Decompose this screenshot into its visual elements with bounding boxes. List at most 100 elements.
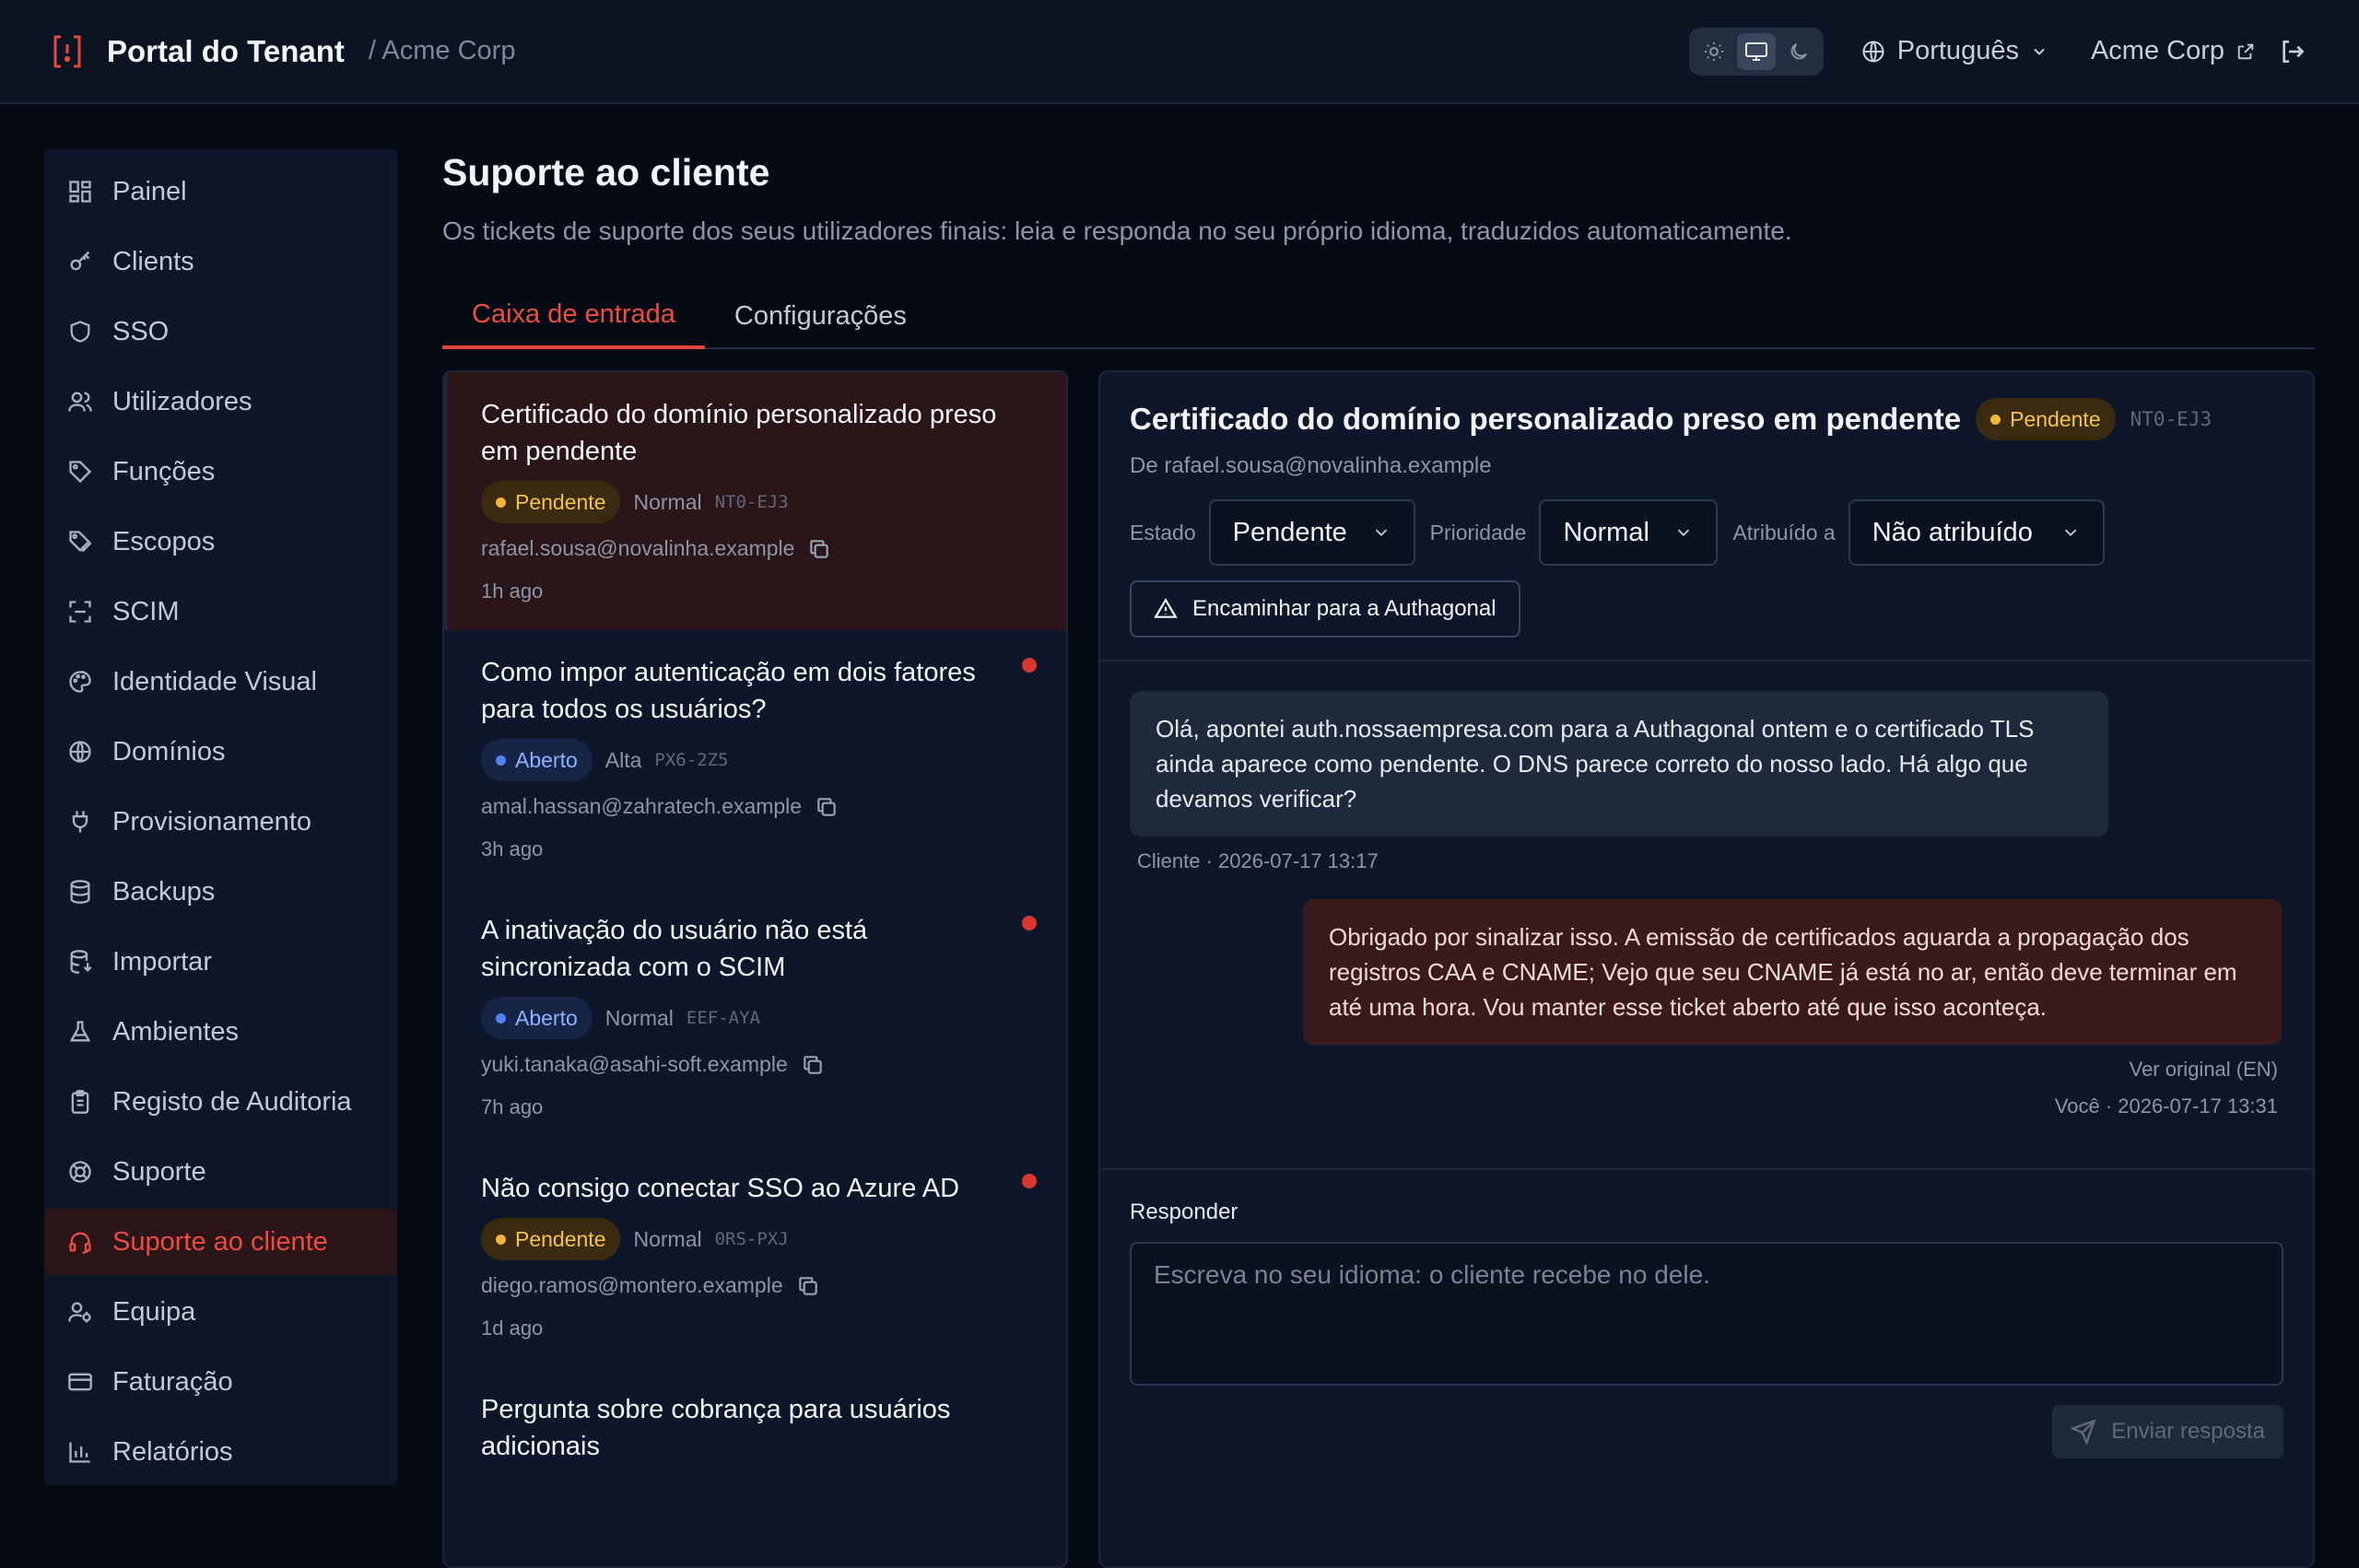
ticket-title: Certificado do domínio personalizado pre… [481, 400, 997, 466]
status-badge: Pendente [481, 481, 621, 523]
unread-dot-icon [1022, 916, 1037, 930]
warning-icon [1154, 597, 1178, 621]
ticket-item[interactable]: Não consigo conectar SSO ao Azure AD Pen… [444, 1146, 1066, 1367]
sidebar-item-suporte[interactable]: Suporte [44, 1139, 397, 1205]
sidebar-item-label: Suporte ao cliente [112, 1226, 328, 1257]
sidebar-item-provisionamento[interactable]: Provisionamento [44, 789, 397, 855]
copy-icon[interactable] [815, 795, 839, 819]
ticket-time: 3h ago [481, 837, 544, 860]
copy-icon[interactable] [796, 1274, 820, 1298]
breadcrumb: / Acme Corp [368, 36, 516, 65]
sidebar-item-label: Importar [112, 946, 212, 977]
theme-light-button[interactable] [1695, 33, 1733, 70]
status-select[interactable]: Pendente [1208, 499, 1415, 566]
credit-card-icon [66, 1368, 94, 1396]
flask-icon [66, 1018, 94, 1046]
palette-icon [66, 668, 94, 696]
org-link-label: Acme Corp [2090, 36, 2224, 65]
reply-input[interactable] [1130, 1242, 2283, 1386]
sidebar-item-identidade-visual[interactable]: Identidade Visual [44, 649, 397, 715]
agent-message-meta: Você · 2026-07-17 13:31 [2054, 1094, 2278, 1117]
ticket-item[interactable]: Pergunta sobre cobrança para usuários ad… [444, 1367, 1066, 1566]
reply-label: Responder [1130, 1199, 1238, 1224]
sidebar-item-utilizadores[interactable]: Utilizadores [44, 369, 397, 435]
sidebar-item-label: Faturação [112, 1366, 233, 1397]
status-dot-icon [1990, 414, 2001, 425]
users-icon [66, 388, 94, 415]
reply-section: Responder Enviar resposta [1100, 1168, 2313, 1488]
copy-icon[interactable] [807, 537, 831, 561]
assigned-label: Atribuído a [1732, 520, 1836, 544]
sidebar-item-painel[interactable]: Painel [44, 158, 397, 225]
status-badge-label: Pendente [515, 489, 606, 514]
ticket-item[interactable]: Como impor autenticação em dois fatores … [444, 630, 1066, 888]
ticket-code: NT0-EJ3 [714, 492, 789, 512]
sidebar-item-importar[interactable]: Importar [44, 929, 397, 995]
sidebar-item-sso[interactable]: SSO [44, 298, 397, 365]
sidebar-item-label: Domínios [112, 736, 226, 766]
agent-message: Obrigado por sinalizar isso. A emissão d… [1303, 899, 2282, 1045]
copy-icon[interactable] [801, 1053, 825, 1077]
sidebar-item-label: Escopos [112, 526, 216, 556]
status-badge: Pendente [481, 1218, 621, 1260]
ticket-code: PX6-2Z5 [654, 750, 729, 770]
ticket-email: amal.hassan@zahratech.example [481, 794, 803, 818]
logout-icon[interactable] [2278, 37, 2307, 66]
send-reply-button[interactable]: Enviar resposta [2052, 1405, 2283, 1458]
ticket-item[interactable]: Certificado do domínio personalizado pre… [444, 372, 1066, 630]
status-select-value: Pendente [1232, 517, 1347, 547]
view-original-link[interactable]: Ver original (EN) [1130, 1058, 2283, 1082]
sidebar-item-dominios[interactable]: Domínios [44, 719, 397, 785]
theme-dark-button[interactable] [1779, 33, 1818, 70]
escalate-button[interactable]: Encaminhar para a Authagonal [1130, 580, 1520, 638]
status-badge: Aberto [481, 997, 593, 1039]
sidebar-item-ambientes[interactable]: Ambientes [44, 999, 397, 1065]
lifebuoy-icon [66, 1158, 94, 1186]
detail-title: Certificado do domínio personalizado pre… [1130, 402, 1962, 436]
ticket-priority: Alta [604, 747, 642, 772]
language-selector[interactable]: Português [1860, 36, 2048, 66]
sidebar-item-suporte-ao-cliente[interactable]: Suporte ao cliente [44, 1209, 397, 1275]
chevron-down-icon [2060, 522, 2081, 543]
sidebar-item-equipa[interactable]: Equipa [44, 1279, 397, 1345]
sidebar-item-backups[interactable]: Backups [44, 859, 397, 925]
sidebar-item-escopos[interactable]: Escopos [44, 509, 397, 575]
tab-settings[interactable]: Configurações [705, 283, 936, 349]
sidebar-item-funcoes[interactable]: Funções [44, 439, 397, 505]
sidebar-item-label: Funções [112, 456, 216, 486]
chevron-down-icon [1371, 522, 1391, 543]
brand-title[interactable]: Portal do Tenant [107, 34, 345, 69]
headset-icon [66, 1228, 94, 1256]
tags-icon [66, 528, 94, 556]
status-badge-label: Aberto [515, 747, 578, 772]
theme-system-button[interactable] [1736, 32, 1776, 70]
sidebar-item-scim[interactable]: SCIM [44, 579, 397, 645]
status-dot-icon [496, 1012, 506, 1024]
sidebar-item-registo-de-auditoria[interactable]: Registo de Auditoria [44, 1069, 397, 1135]
status-label: Estado [1130, 520, 1196, 544]
ticket-priority: Normal [633, 1226, 702, 1251]
page-subtitle: Os tickets de suporte dos seus utilizado… [442, 216, 1792, 245]
globe-icon [1860, 39, 1886, 64]
sidebar-item-clients[interactable]: Clients [44, 228, 397, 295]
sidebar-item-relatorios[interactable]: Relatórios [44, 1419, 397, 1485]
unread-dot-icon [1022, 658, 1037, 673]
sidebar-item-label: Utilizadores [112, 386, 252, 416]
chevron-down-icon [2030, 42, 2048, 61]
plug-icon [66, 808, 94, 836]
ticket-code: NT0-EJ3 [2130, 408, 2212, 430]
ticket-time: 1h ago [481, 579, 544, 603]
send-reply-label: Enviar resposta [2111, 1419, 2265, 1444]
priority-select-value: Normal [1563, 517, 1649, 547]
org-link[interactable]: Acme Corp [2091, 36, 2256, 66]
team-icon [66, 1298, 94, 1326]
tab-inbox[interactable]: Caixa de entrada [442, 283, 705, 349]
sidebar-item-label: SCIM [112, 596, 180, 626]
priority-select[interactable]: Normal [1539, 499, 1719, 566]
ticket-item[interactable]: A inativação do usuário não está sincron… [444, 888, 1066, 1146]
moon-icon [1788, 41, 1810, 63]
sidebar-item-faturacao[interactable]: Faturação [44, 1349, 397, 1415]
customer-message: Olá, apontei auth.nossaempresa.com para … [1130, 691, 2108, 837]
assignee-select[interactable]: Não atribuído [1848, 499, 2105, 566]
ticket-detail: Certificado do domínio personalizado pre… [1098, 370, 2315, 1568]
